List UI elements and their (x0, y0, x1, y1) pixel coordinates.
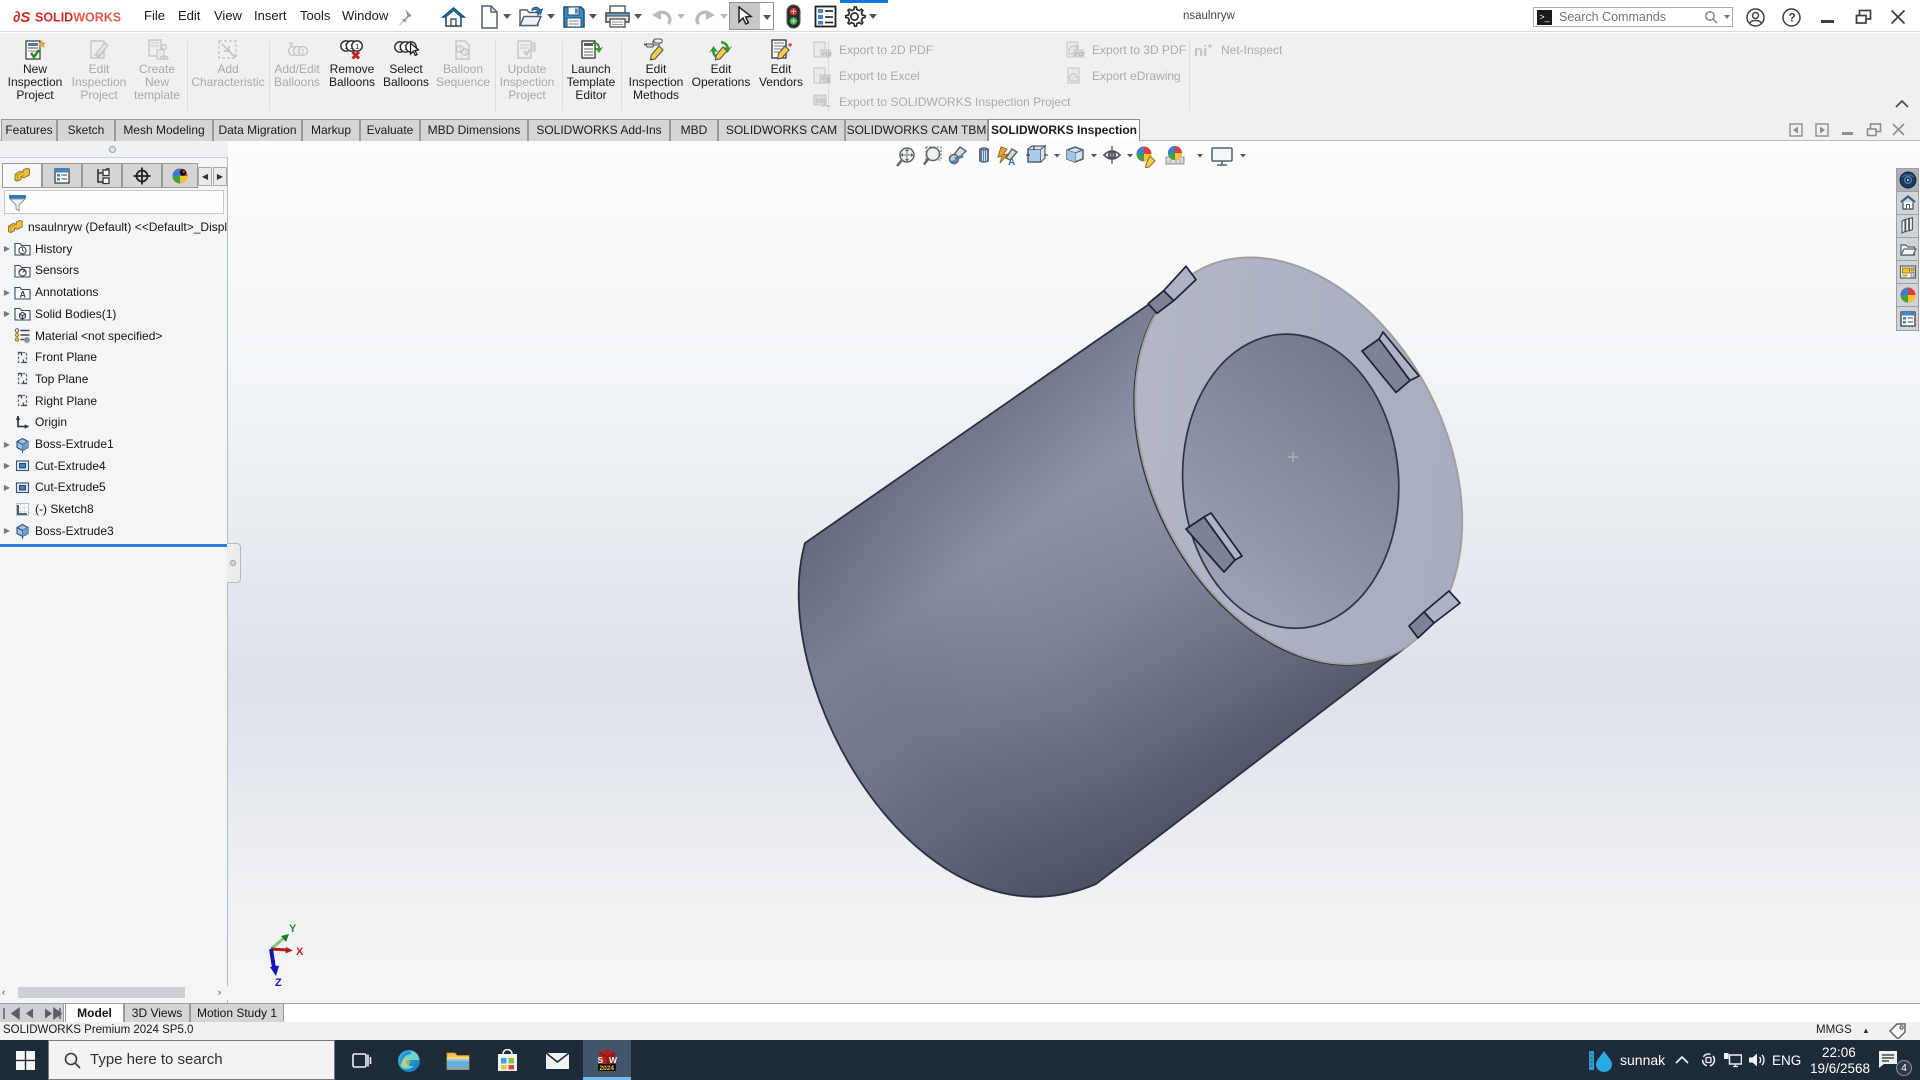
svg-text:X: X (296, 946, 304, 958)
svg-text:W: W (609, 1055, 618, 1065)
svg-text:Y: Y (289, 923, 297, 935)
svg-text:ni: ni (1194, 43, 1207, 59)
svg-text:∂S: ∂S (13, 9, 30, 26)
svg-text:1: 1 (355, 42, 359, 51)
svg-text:1: 1 (459, 46, 463, 53)
svg-text:Z: Z (275, 977, 282, 989)
svg-text:A: A (20, 289, 27, 299)
svg-text:SOLIDWORKS: SOLIDWORKS (35, 11, 121, 25)
svg-text:3: 3 (464, 49, 468, 56)
svg-text:1: 1 (301, 49, 305, 56)
svg-text:A: A (1008, 157, 1015, 168)
svg-text:S: S (598, 1055, 604, 1065)
svg-text:?: ? (1788, 11, 1795, 25)
svg-text:2024: 2024 (600, 1065, 615, 1071)
svg-text:PDF: PDF (822, 52, 832, 58)
svg-text:PDF: PDF (1075, 52, 1085, 58)
